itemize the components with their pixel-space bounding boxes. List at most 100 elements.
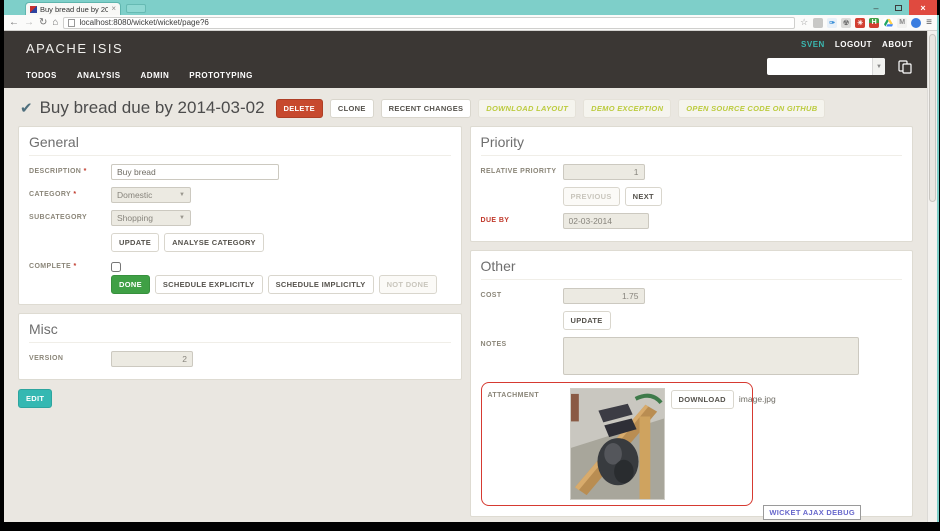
new-tab-button[interactable]: [126, 4, 146, 13]
logout-link[interactable]: LOGOUT: [835, 40, 872, 49]
search-combobox[interactable]: ▼: [767, 58, 885, 75]
header-tools: ▼: [767, 58, 913, 75]
demo-exception-button[interactable]: DEMO EXCEPTION: [583, 99, 671, 118]
page-content: ✔ Buy bread due by 2014-03-02 DELETE CLO…: [4, 88, 927, 522]
app-header: APACHE ISIS SVEN LOGOUT ABOUT TODOS ANAL…: [4, 31, 927, 88]
next-button[interactable]: NEXT: [625, 187, 662, 206]
required-marker: *: [73, 191, 76, 198]
menu-item-admin[interactable]: ADMIN: [141, 71, 170, 80]
tab-title: Buy bread due by 20: [40, 5, 108, 14]
h-extension-icon[interactable]: H: [869, 18, 879, 28]
other-panel-title: Other: [481, 258, 903, 280]
tab-favicon-icon: [30, 6, 37, 13]
extension-generic-icon[interactable]: [813, 18, 823, 28]
attachment-image[interactable]: [570, 388, 665, 500]
attachment-label: ATTACHMENT: [488, 388, 570, 500]
other-panel: Other COST UPDATE NOTES: [470, 250, 914, 517]
wicket-ajax-debug-link[interactable]: WICKET AJAX DEBUG: [763, 505, 861, 520]
required-marker: *: [84, 168, 87, 175]
relative-priority-field: [563, 164, 645, 180]
maximize-icon: [895, 5, 902, 11]
cast-icon[interactable]: [911, 18, 921, 28]
page-title: Buy bread due by 2014-03-02: [40, 98, 265, 118]
right-column: Priority RELATIVE PRIORITY PREVIOUS NEXT: [470, 126, 914, 522]
window-controls: – ×: [865, 0, 937, 15]
chevron-down-icon: ▼: [179, 215, 185, 221]
category-select[interactable]: Domestic ▼: [111, 187, 191, 203]
menu-item-todos[interactable]: TODOS: [26, 71, 57, 80]
menu-item-analysis[interactable]: ANALYSIS: [77, 71, 121, 80]
due-by-label: DUE BY: [481, 213, 563, 229]
google-drive-icon[interactable]: [883, 18, 893, 28]
app-viewport: APACHE ISIS SVEN LOGOUT ABOUT TODOS ANAL…: [4, 31, 937, 522]
chevron-down-icon[interactable]: ▼: [872, 58, 885, 75]
clone-button[interactable]: CLONE: [330, 99, 374, 118]
bookmark-star-icon[interactable]: ☆: [800, 17, 808, 28]
category-label: CATEGORY *: [29, 187, 111, 203]
scrollbar-thumb[interactable]: [929, 34, 936, 202]
adblock-icon[interactable]: ✳: [855, 18, 865, 28]
complete-checkbox[interactable]: [111, 262, 121, 272]
reload-icon[interactable]: ↻: [39, 18, 47, 28]
vertical-scrollbar[interactable]: [927, 31, 937, 522]
entity-title-row: ✔ Buy bread due by 2014-03-02 DELETE CLO…: [18, 94, 913, 126]
general-panel: General DESCRIPTION * CATEGORY * Domesti…: [18, 126, 462, 305]
open-source-code-button[interactable]: OPEN SOURCE CODE ON GITHUB: [678, 99, 825, 118]
app-page: APACHE ISIS SVEN LOGOUT ABOUT TODOS ANAL…: [4, 31, 927, 522]
update-button[interactable]: UPDATE: [111, 233, 159, 252]
copy-icon[interactable]: [897, 59, 913, 75]
delete-button[interactable]: DELETE: [276, 99, 323, 118]
about-link[interactable]: ABOUT: [882, 40, 913, 49]
gmail-icon[interactable]: M: [897, 18, 907, 28]
menu-item-prototyping[interactable]: PROTOTYPING: [189, 71, 253, 80]
brand-title: APACHE ISIS: [26, 41, 911, 56]
browser-menu-icon[interactable]: ≡: [926, 17, 932, 28]
session-links: SVEN LOGOUT ABOUT: [801, 40, 913, 49]
close-button[interactable]: ×: [909, 0, 937, 15]
todo-check-icon: ✔: [20, 99, 33, 117]
attachment-filename: image.jpg: [739, 390, 776, 404]
page-icon: [68, 19, 75, 27]
forward-icon[interactable]: →: [24, 18, 34, 28]
tab-close-icon[interactable]: ×: [111, 5, 116, 13]
cost-field: [563, 288, 645, 304]
description-field[interactable]: [111, 164, 279, 180]
version-field: [111, 351, 193, 367]
complete-label: COMPLETE *: [29, 259, 111, 272]
browser-tab[interactable]: Buy bread due by 20 ×: [25, 2, 121, 15]
browser-titlebar: Buy bread due by 20 × – ×: [4, 0, 937, 15]
url-text[interactable]: localhost:8080/wicket/wicket/page?6: [79, 18, 208, 27]
user-link[interactable]: SVEN: [801, 40, 825, 49]
download-layout-button[interactable]: DOWNLOAD LAYOUT: [478, 99, 576, 118]
relative-priority-label: RELATIVE PRIORITY: [481, 164, 563, 180]
analyse-category-button[interactable]: ANALYSE CATEGORY: [164, 233, 264, 252]
version-label: VERSION: [29, 351, 111, 367]
feather-icon[interactable]: ✑: [827, 18, 837, 28]
home-icon[interactable]: ⌂: [52, 18, 58, 28]
edit-button[interactable]: EDIT: [18, 389, 52, 408]
notes-label: NOTES: [481, 337, 563, 375]
done-button[interactable]: DONE: [111, 275, 150, 294]
chevron-down-icon: ▼: [179, 192, 185, 198]
schedule-explicitly-button[interactable]: SCHEDULE EXPLICITLY: [155, 275, 263, 294]
search-combobox-value[interactable]: [767, 58, 872, 75]
subcategory-select[interactable]: Shopping ▼: [111, 210, 191, 226]
address-bar[interactable]: localhost:8080/wicket/wicket/page?6: [63, 17, 795, 29]
main-menu: TODOS ANALYSIS ADMIN PROTOTYPING: [26, 71, 253, 80]
schedule-implicitly-button[interactable]: SCHEDULE IMPLICITLY: [268, 275, 374, 294]
notes-field[interactable]: [563, 337, 859, 375]
back-icon[interactable]: ←: [9, 18, 19, 28]
recent-changes-button[interactable]: RECENT CHANGES: [381, 99, 472, 118]
window-frame-edge: [937, 15, 939, 522]
extension-icons: ✑ ☢ ✳ H M: [813, 18, 921, 28]
due-by-field: [563, 213, 649, 229]
maximize-button[interactable]: [887, 0, 909, 15]
attachment-highlight-box: ATTACHMENT: [481, 382, 753, 506]
minimize-button[interactable]: –: [865, 0, 887, 15]
update-cost-button[interactable]: UPDATE: [563, 311, 611, 330]
left-column: General DESCRIPTION * CATEGORY * Domesti…: [18, 126, 462, 408]
download-button[interactable]: DOWNLOAD: [671, 390, 734, 409]
share-icon[interactable]: ☢: [841, 18, 851, 28]
not-done-button: NOT DONE: [379, 275, 437, 294]
browser-window: Buy bread due by 20 × – × ← → ↻ ⌂ localh…: [4, 0, 937, 522]
